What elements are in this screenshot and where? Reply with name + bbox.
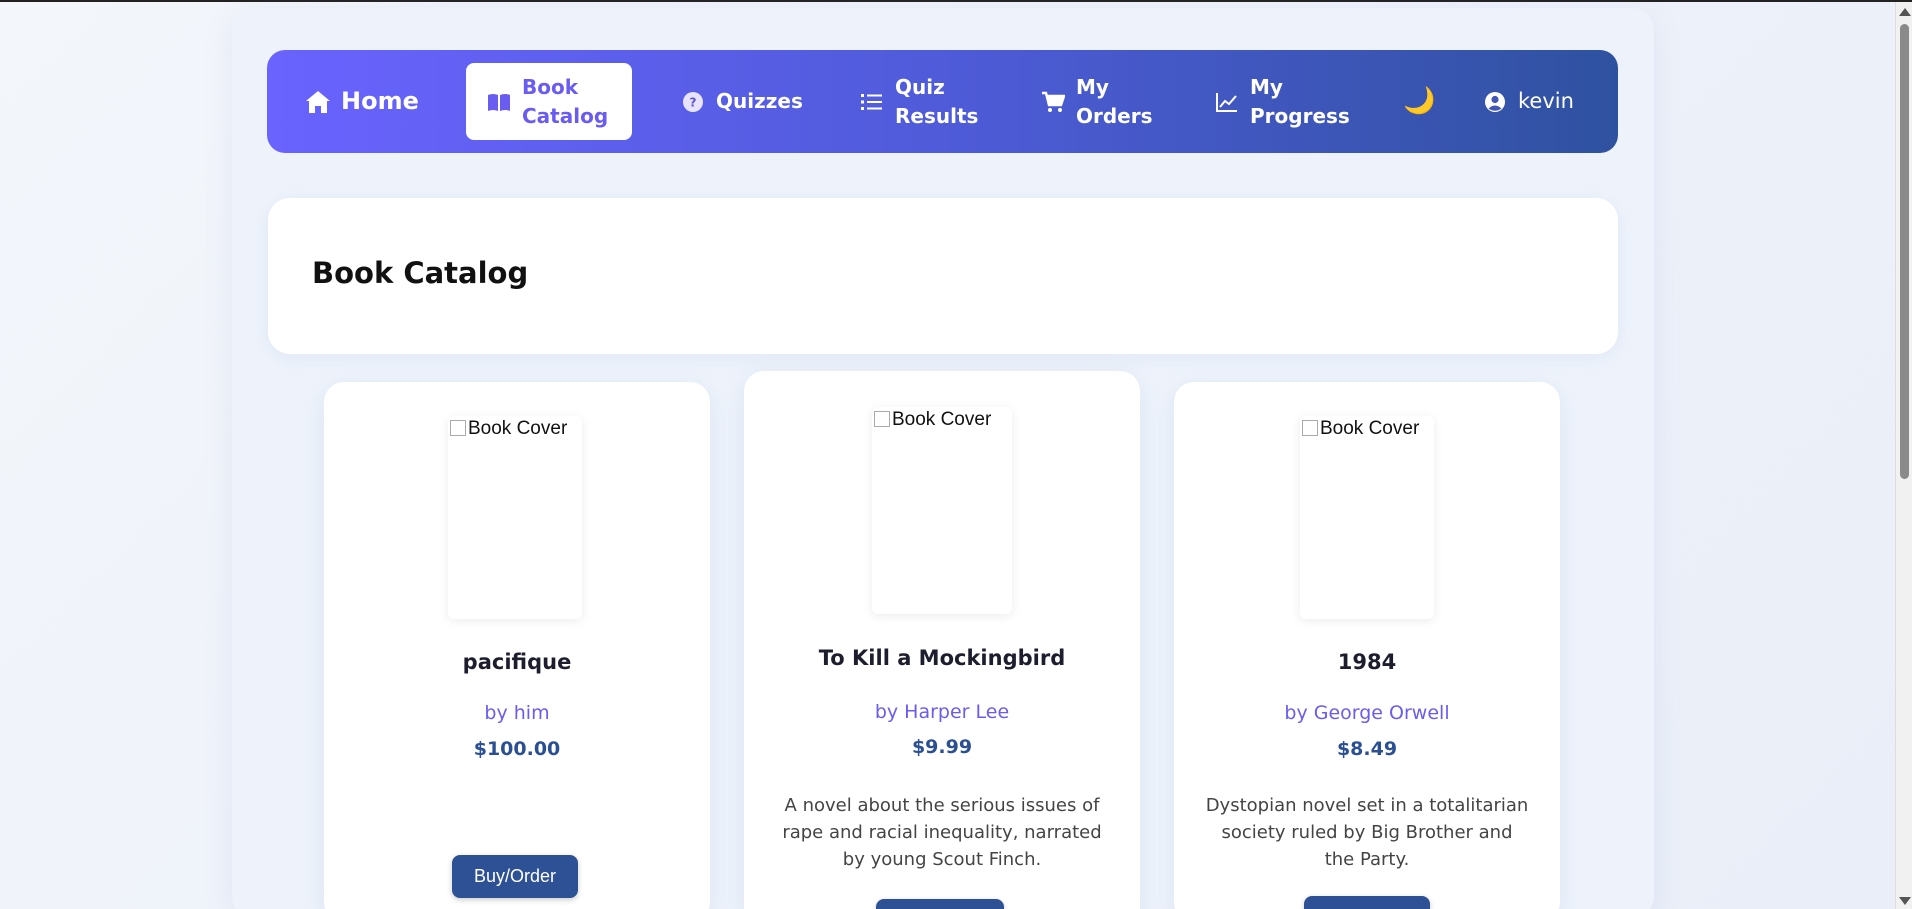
page-header-card: Book Catalog	[268, 198, 1618, 354]
username: kevin	[1518, 89, 1574, 113]
broken-image-icon	[874, 411, 890, 427]
moon-icon: 🌙	[1403, 86, 1436, 116]
nav-orders-label-1: My	[1076, 74, 1109, 99]
buy-order-button[interactable]: Buy/Order	[452, 855, 578, 898]
buy-order-button[interactable]	[876, 899, 1004, 909]
shopping-cart-icon	[1040, 89, 1066, 115]
line-chart-icon	[1214, 89, 1240, 115]
book-price: $100.00	[473, 738, 561, 760]
book-cover: Book Cover	[872, 407, 1012, 614]
nav-my-orders[interactable]: My Orders	[1040, 73, 1153, 131]
nav-results-label-1: Quiz	[895, 74, 945, 99]
broken-image-icon	[450, 420, 466, 436]
user-menu[interactable]: kevin	[1482, 87, 1574, 116]
book-title: To Kill a Mockingbird	[818, 646, 1066, 670]
book-cover: Book Cover	[1300, 416, 1434, 619]
user-circle-icon	[1482, 89, 1508, 115]
book-cover-alt: Book Cover	[892, 409, 992, 430]
nav-home-label: Home	[341, 87, 419, 115]
buy-order-button[interactable]	[1304, 896, 1430, 909]
book-title: pacifique	[462, 650, 572, 674]
book-card: Book Cover 1984 by George Orwell $8.49 D…	[1174, 382, 1560, 909]
list-ol-icon	[859, 89, 885, 115]
nav-progress-label-2: Progress	[1250, 103, 1350, 128]
nav-catalog-label-2: Catalog	[522, 103, 609, 128]
book-author: by him	[484, 702, 550, 724]
nav-progress-label-1: My	[1250, 74, 1283, 99]
nav-book-catalog[interactable]: Book Catalog	[466, 63, 632, 140]
nav-quizzes[interactable]: ? Quizzes	[680, 87, 803, 116]
scroll-up-arrow-icon[interactable]	[1899, 8, 1911, 16]
dark-mode-toggle[interactable]: 🌙	[1403, 87, 1435, 116]
book-description: A novel about the serious issues of rape…	[782, 795, 1102, 870]
book-cover: Book Cover	[448, 416, 582, 619]
scroll-down-arrow-icon[interactable]	[1899, 897, 1911, 905]
book-price: $9.99	[911, 736, 973, 758]
top-navbar: Home Book Catalog ? Quizzes Quiz Results…	[267, 50, 1618, 153]
book-price: $8.49	[1336, 738, 1398, 760]
broken-image-icon	[1302, 420, 1318, 436]
book-title: 1984	[1337, 650, 1397, 674]
book-author: by Harper Lee	[874, 701, 1010, 723]
book-description: Dystopian novel set in a totalitarian so…	[1205, 795, 1529, 870]
nav-catalog-label-1: Book	[522, 74, 579, 99]
question-circle-icon: ?	[680, 89, 706, 115]
book-cover-alt: Book Cover	[1320, 418, 1420, 439]
nav-quiz-results[interactable]: Quiz Results	[859, 73, 978, 131]
book-open-icon	[486, 89, 512, 115]
book-card: Book Cover pacifique by him $100.00 Buy/…	[324, 382, 710, 909]
book-author: by George Orwell	[1284, 702, 1450, 724]
nav-home[interactable]: Home	[305, 87, 419, 116]
vertical-scrollbar[interactable]	[1895, 2, 1912, 909]
page-title: Book Catalog	[312, 256, 529, 290]
book-card: Book Cover To Kill a Mockingbird by Harp…	[744, 371, 1140, 909]
scrollbar-thumb[interactable]	[1900, 24, 1909, 479]
nav-my-progress[interactable]: My Progress	[1214, 73, 1350, 131]
nav-orders-label-2: Orders	[1076, 103, 1153, 128]
book-cover-alt: Book Cover	[468, 418, 568, 439]
svg-text:?: ?	[690, 95, 697, 109]
home-icon	[305, 89, 331, 115]
nav-results-label-2: Results	[895, 103, 979, 128]
nav-quizzes-label: Quizzes	[716, 89, 803, 113]
